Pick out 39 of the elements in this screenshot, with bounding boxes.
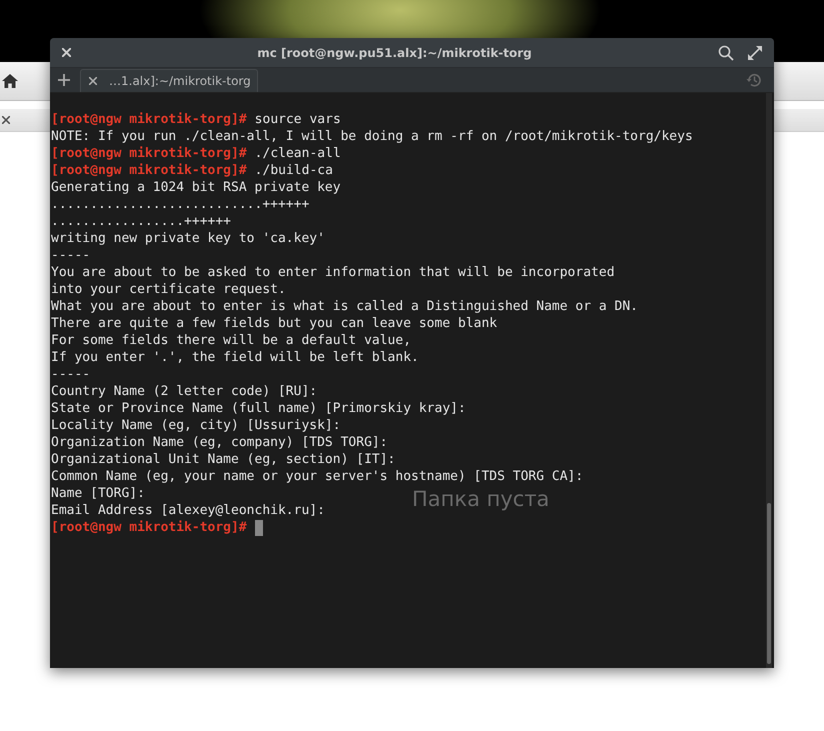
output-line: State or Province Name (full name) [Primorskiy kray]: bbox=[51, 400, 466, 417]
command-text: source vars bbox=[254, 111, 341, 128]
shell-prompt: [root@ngw mikrotik-torg]# bbox=[51, 162, 247, 179]
output-line: Email Address [alexey@leonchik.ru]: bbox=[51, 502, 325, 519]
output-line: Locality Name (eg, city) [Ussuriysk]: bbox=[51, 417, 341, 434]
output-line: ----- bbox=[51, 247, 90, 264]
shell-prompt: [root@ngw mikrotik-torg]# bbox=[51, 519, 247, 536]
search-icon[interactable] bbox=[718, 44, 734, 60]
output-line: If you enter '.', the field will be left blank. bbox=[51, 349, 419, 366]
output-line: into your certificate request. bbox=[51, 281, 286, 298]
command-text: ./build-ca bbox=[254, 162, 333, 179]
tab-label: …1.alx]:~/mikrotik-torg bbox=[109, 74, 251, 88]
empty-folder-text: Папка пуста bbox=[412, 487, 550, 511]
expand-icon[interactable] bbox=[748, 46, 762, 60]
shell-prompt: [root@ngw mikrotik-torg]# bbox=[51, 145, 247, 162]
output-line: ----- bbox=[51, 366, 90, 383]
output-line: For some fields there will be a default value, bbox=[51, 332, 412, 349]
output-line: ...........................++++++ bbox=[51, 196, 310, 213]
output-line: .................++++++ bbox=[51, 213, 232, 230]
close-icon[interactable] bbox=[89, 77, 97, 85]
shell-prompt: [root@ngw mikrotik-torg]# bbox=[51, 111, 247, 128]
output-line: NOTE: If you run ./clean-all, I will be doing a rm -rf on /root/mikrotik-torg/keys bbox=[51, 128, 693, 145]
output-line: Country Name (2 letter code) [RU]: bbox=[51, 383, 318, 400]
scrollbar[interactable] bbox=[766, 93, 772, 668]
command-text: ./clean-all bbox=[254, 145, 341, 162]
output-line: Name [TORG]: bbox=[51, 485, 145, 502]
output-line: Common Name (eg, your name or your server's hostname) [TDS TORG CA]: bbox=[51, 468, 584, 485]
output-line: Generating a 1024 bit RSA private key bbox=[51, 179, 341, 196]
output-line: What you are about to enter is what is called a Distinguished Name or a DN. bbox=[51, 298, 638, 315]
new-tab-icon[interactable] bbox=[58, 74, 70, 86]
close-icon[interactable] bbox=[2, 116, 10, 124]
tab[interactable]: …1.alx]:~/mikrotik-torg bbox=[80, 69, 258, 92]
output-line: Organizational Unit Name (eg, section) [IT]: bbox=[51, 451, 396, 468]
output-line: Organization Name (eg, company) [TDS TORG]: bbox=[51, 434, 388, 451]
home-icon bbox=[2, 74, 18, 88]
output-line: You are about to be asked to enter information that will be incorporated bbox=[51, 264, 615, 281]
output-line: There are quite a few fields but you can leave some blank bbox=[51, 315, 498, 332]
window-title: mc [root@ngw.pu51.alx]:~/mikrotik-torg bbox=[256, 46, 533, 60]
output-line: writing new private key to 'ca.key' bbox=[51, 230, 325, 247]
